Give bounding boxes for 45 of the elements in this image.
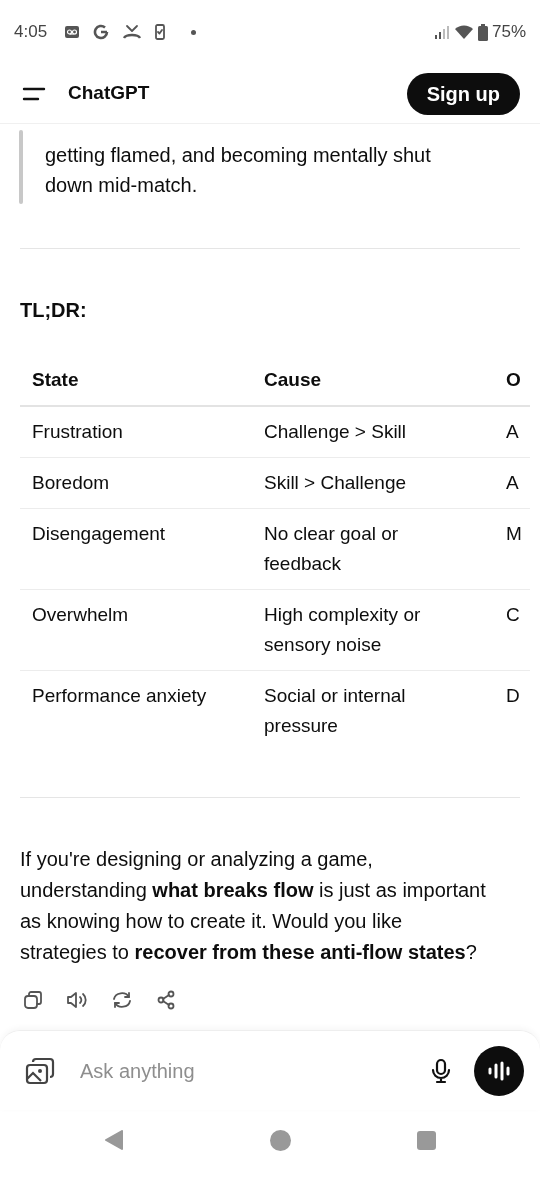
voicemail-icon xyxy=(65,26,80,38)
battery-icon xyxy=(477,23,488,41)
table-cell-text: Challenge > Skill xyxy=(263,420,408,444)
table-cell-text: Overwhelm xyxy=(31,603,130,627)
phone-check-icon xyxy=(155,24,166,40)
image-gallery-icon[interactable] xyxy=(25,1056,55,1085)
microphone-icon[interactable] xyxy=(430,1057,452,1084)
message-paragraph: If you're designing or analyzing a game, understanding what breaks flow is just as important as knowing how to create it. Would you like strategies to recover from these anti-flow states? xyxy=(20,847,487,965)
signal-icon xyxy=(433,25,450,39)
table-cell-text: Performance anxiety xyxy=(31,684,208,708)
column-header: State xyxy=(31,368,80,392)
table-cell-text: High complexity or sensory noise xyxy=(263,603,422,657)
missed-call-icon xyxy=(123,24,142,40)
home-icon[interactable] xyxy=(270,1129,291,1151)
section-heading: TL;DR: xyxy=(20,298,88,323)
g-letter-icon xyxy=(93,24,110,40)
table-cell-text: No clear goal or feedback xyxy=(263,522,400,576)
table-cell-text: A xyxy=(505,420,520,444)
copy-icon[interactable] xyxy=(23,990,43,1010)
table-cell-text: C xyxy=(505,603,521,627)
column-header: O xyxy=(505,368,522,392)
sound-wave-icon xyxy=(488,1060,510,1081)
app-title: ChatGPT xyxy=(68,81,150,106)
recents-icon[interactable] xyxy=(417,1130,436,1150)
quote-text: getting flamed, and becoming mentally shut down mid-match. xyxy=(45,143,432,198)
table-cell-text: A xyxy=(505,471,520,495)
table-cell-text: Social or internal pressure xyxy=(263,684,407,738)
share-icon[interactable] xyxy=(156,990,176,1010)
table-cell-text: Disengagement xyxy=(31,522,167,546)
table-cell-text: M xyxy=(505,522,523,546)
column-header: Cause xyxy=(263,368,323,392)
speaker-icon[interactable] xyxy=(66,990,88,1010)
voice-mode-button[interactable] xyxy=(474,1045,524,1096)
status-time: 4:05 xyxy=(14,21,48,44)
table-cell-text: D xyxy=(505,684,521,708)
regenerate-icon[interactable] xyxy=(111,990,133,1010)
sign-up-button[interactable]: Sign up xyxy=(406,72,520,115)
back-icon[interactable] xyxy=(104,1130,124,1150)
menu-icon[interactable] xyxy=(22,85,46,102)
table-cell-text: Frustration xyxy=(31,420,124,444)
table-cell-text: Boredom xyxy=(31,471,111,495)
message-input[interactable]: Ask anything xyxy=(80,1055,430,1086)
table-cell-text: Skill > Challenge xyxy=(263,471,408,495)
battery-percent: 75% xyxy=(491,21,526,44)
wifi-icon xyxy=(453,24,474,40)
